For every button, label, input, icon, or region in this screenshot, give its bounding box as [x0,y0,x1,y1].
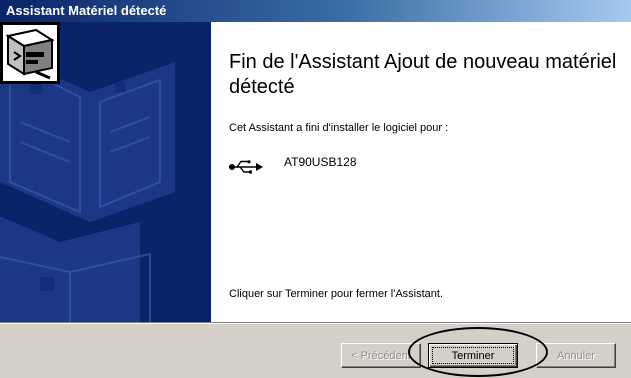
wizard-banner [0,22,211,322]
button-separator [0,322,631,324]
device-name: AT90USB128 [284,155,357,169]
hardware-wizard-icon [0,22,60,84]
window-title: Assistant Matériel détecté [6,3,167,18]
back-button[interactable]: < Précédent [341,343,421,368]
finish-button[interactable]: Terminer [428,343,518,368]
finish-button-label: Terminer [451,349,495,362]
usb-icon [229,160,263,174]
cancel-button-label: Annuler [557,349,595,362]
wizard-content-panel: Fin de l'Assistant Ajout de nouveau maté… [211,22,631,322]
title-bar[interactable]: Assistant Matériel détecté [0,0,631,22]
close-instruction: Cliquer sur Terminer pour fermer l'Assis… [229,288,444,300]
cancel-button[interactable]: Annuler [536,343,616,368]
install-message: Cet Assistant a fini d'installer le logi… [229,122,449,134]
back-button-label: < Précédent [351,349,411,362]
wizard-window: Assistant Matériel détecté Fin de l'Assi… [0,0,631,378]
wizard-heading: Fin de l'Assistant Ajout de nouveau maté… [229,51,617,98]
